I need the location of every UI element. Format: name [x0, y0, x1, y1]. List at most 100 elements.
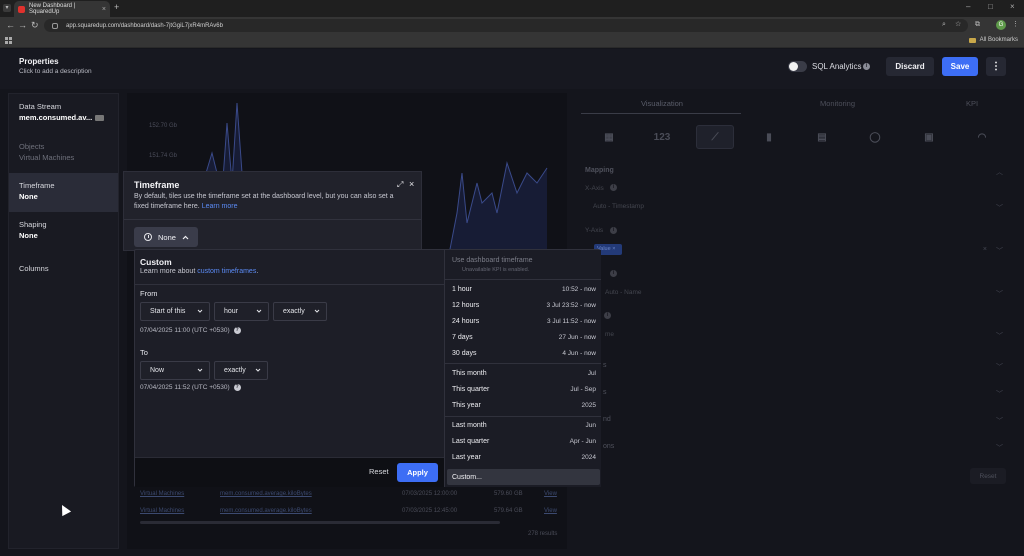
- zoom-icon[interactable]: ⌕: [942, 20, 946, 30]
- step-columns[interactable]: Columns: [9, 256, 118, 295]
- info-icon[interactable]: ?: [233, 384, 241, 391]
- new-tab-icon[interactable]: +: [114, 3, 119, 12]
- maximize-icon[interactable]: □: [988, 3, 993, 11]
- chevron-down-icon[interactable]: ﹀: [996, 416, 1003, 426]
- more-options-icon[interactable]: ⋮: [986, 57, 1006, 76]
- chevron-down-icon[interactable]: ﹀: [996, 289, 1003, 299]
- all-bookmarks-button[interactable]: All Bookmarks: [968, 37, 1018, 43]
- info-icon[interactable]: i: [863, 63, 870, 70]
- discard-button[interactable]: Discard: [886, 57, 934, 76]
- chevron-down-icon[interactable]: ﹀: [996, 443, 1003, 453]
- table-horizontal-scrollbar[interactable]: [140, 521, 500, 524]
- close-tab-icon[interactable]: ×: [102, 6, 106, 13]
- bookmark-star-icon[interactable]: ☆: [955, 20, 961, 30]
- preset-last-quarter[interactable]: Last quarter Apr - Jun: [452, 434, 596, 448]
- save-button[interactable]: Save: [942, 57, 978, 76]
- info-icon[interactable]: i: [610, 184, 617, 191]
- collapsed-section[interactable]: ons: [603, 443, 614, 450]
- clear-icon[interactable]: ×: [983, 246, 987, 253]
- view-link[interactable]: View: [544, 491, 557, 497]
- custom-footer: Reset Apply: [135, 457, 444, 487]
- mapping-section-title[interactable]: Mapping: [585, 167, 614, 174]
- info-icon[interactable]: i: [604, 312, 611, 319]
- profile-avatar[interactable]: G: [996, 20, 1006, 30]
- viz-scalar-tile[interactable]: 123: [643, 125, 681, 149]
- preset-last-month[interactable]: Last month Jun: [452, 418, 596, 432]
- step-timeframe[interactable]: Timeframe None: [9, 173, 118, 212]
- viz-line-graph-icon[interactable]: ⟋: [696, 125, 734, 149]
- viz-table-icon[interactable]: ▦: [590, 125, 628, 149]
- tab-search-icon[interactable]: ▾: [3, 4, 11, 12]
- series-value[interactable]: Auto - Name: [605, 289, 642, 296]
- custom-timeframes-link[interactable]: custom timeframes: [197, 268, 256, 275]
- forward-icon[interactable]: →: [18, 20, 27, 30]
- apps-grid-icon[interactable]: [5, 37, 12, 44]
- viz-bar-chart-icon[interactable]: ▮: [750, 125, 788, 149]
- series-field-value[interactable]: me: [605, 331, 614, 338]
- viz-donut-icon[interactable]: ◯: [856, 125, 894, 149]
- reset-button[interactable]: Reset: [369, 467, 389, 476]
- info-icon[interactable]: ?: [233, 327, 241, 334]
- step-shaping[interactable]: Shaping None: [9, 212, 118, 251]
- preset-custom[interactable]: Custom...: [447, 469, 600, 485]
- preset-30-days[interactable]: 30 days 4 Jun - now: [452, 346, 596, 360]
- step-value: Virtual Machines: [19, 153, 75, 162]
- site-info-icon[interactable]: [52, 22, 58, 29]
- collapsed-section[interactable]: s: [603, 389, 607, 396]
- chevron-down-icon[interactable]: ﹀: [996, 362, 1003, 372]
- learn-more-link[interactable]: Learn more: [202, 203, 238, 210]
- preset-this-month[interactable]: This month Jul: [452, 366, 596, 380]
- collapsed-section[interactable]: s: [603, 362, 607, 369]
- close-icon[interactable]: ×: [409, 179, 414, 189]
- preset-24-hours[interactable]: 24 hours 3 Jul 11:52 - now: [452, 314, 596, 328]
- tab-kpi[interactable]: KPI: [966, 99, 978, 108]
- to-start-select[interactable]: Now: [140, 361, 210, 380]
- preset-this-year[interactable]: This year 2025: [452, 398, 596, 412]
- from-start-select[interactable]: Start of this: [140, 302, 210, 321]
- preset-1-hour[interactable]: 1 hour 10:52 - now: [452, 282, 596, 296]
- preset-last-year[interactable]: Last year 2024: [452, 450, 596, 464]
- step-objects[interactable]: Objects Virtual Machines: [9, 134, 118, 173]
- preset-7-days[interactable]: 7 days 27 Jun - now: [452, 330, 596, 344]
- timeframe-select-button[interactable]: None: [134, 227, 198, 247]
- page-title[interactable]: Properties: [19, 57, 59, 66]
- use-dashboard-disabled-note: Unavailable KPI is enabled.: [462, 267, 530, 273]
- object-link[interactable]: Virtual Machines: [140, 508, 184, 514]
- viz-blocks-icon[interactable]: ▤: [803, 125, 841, 149]
- info-icon[interactable]: i: [610, 270, 617, 277]
- chevron-down-icon[interactable]: ﹀: [996, 331, 1003, 341]
- back-icon[interactable]: ←: [6, 20, 15, 30]
- tab-visualization[interactable]: Visualization: [641, 99, 683, 108]
- preset-12-hours[interactable]: 12 hours 3 Jul 23:52 - now: [452, 298, 596, 312]
- url-field[interactable]: app.squaredup.com/dashboard/dash-7jtGgiL…: [44, 19, 968, 32]
- view-link[interactable]: View: [544, 508, 557, 514]
- viz-status-icon[interactable]: ▣: [910, 125, 948, 149]
- chevron-down-icon[interactable]: ﹀: [996, 246, 1003, 256]
- expand-icon[interactable]: ⤢: [397, 180, 403, 190]
- reload-icon[interactable]: ↻: [31, 20, 39, 30]
- chevron-up-icon[interactable]: ︿: [996, 167, 1003, 177]
- extensions-icon[interactable]: ⧉: [975, 20, 980, 30]
- tab-monitoring[interactable]: Monitoring: [820, 99, 855, 108]
- chevron-down-icon[interactable]: ﹀: [996, 203, 1003, 213]
- window-close-icon[interactable]: ×: [1010, 3, 1015, 11]
- step-data-stream[interactable]: Data Stream mem.consumed.av...: [9, 94, 118, 133]
- from-unit-select[interactable]: hour: [214, 302, 269, 321]
- chevron-down-icon[interactable]: ﹀: [996, 389, 1003, 399]
- minimize-icon[interactable]: –: [966, 3, 970, 11]
- viz-gauge-icon[interactable]: ◠: [963, 125, 1001, 149]
- xaxis-value[interactable]: Auto - Timestamp: [593, 203, 644, 210]
- apply-button[interactable]: Apply: [397, 463, 438, 482]
- browser-tab[interactable]: New Dashboard | SquaredUp ×: [14, 1, 110, 17]
- preset-this-quarter[interactable]: This quarter Jul - Sep: [452, 382, 596, 396]
- collapsed-section[interactable]: nd: [603, 416, 611, 423]
- description-placeholder[interactable]: Click to add a description: [19, 68, 92, 75]
- info-icon[interactable]: i: [610, 227, 617, 234]
- object-link[interactable]: Virtual Machines: [140, 491, 184, 497]
- sql-analytics-toggle[interactable]: [788, 61, 807, 72]
- bookmarks-bar: All Bookmarks: [0, 34, 1024, 48]
- reset-visualization-button[interactable]: Reset: [970, 468, 1006, 484]
- to-precision-select[interactable]: exactly: [214, 361, 268, 380]
- browser-menu-icon[interactable]: ⋮: [1012, 20, 1019, 30]
- from-precision-select[interactable]: exactly: [273, 302, 327, 321]
